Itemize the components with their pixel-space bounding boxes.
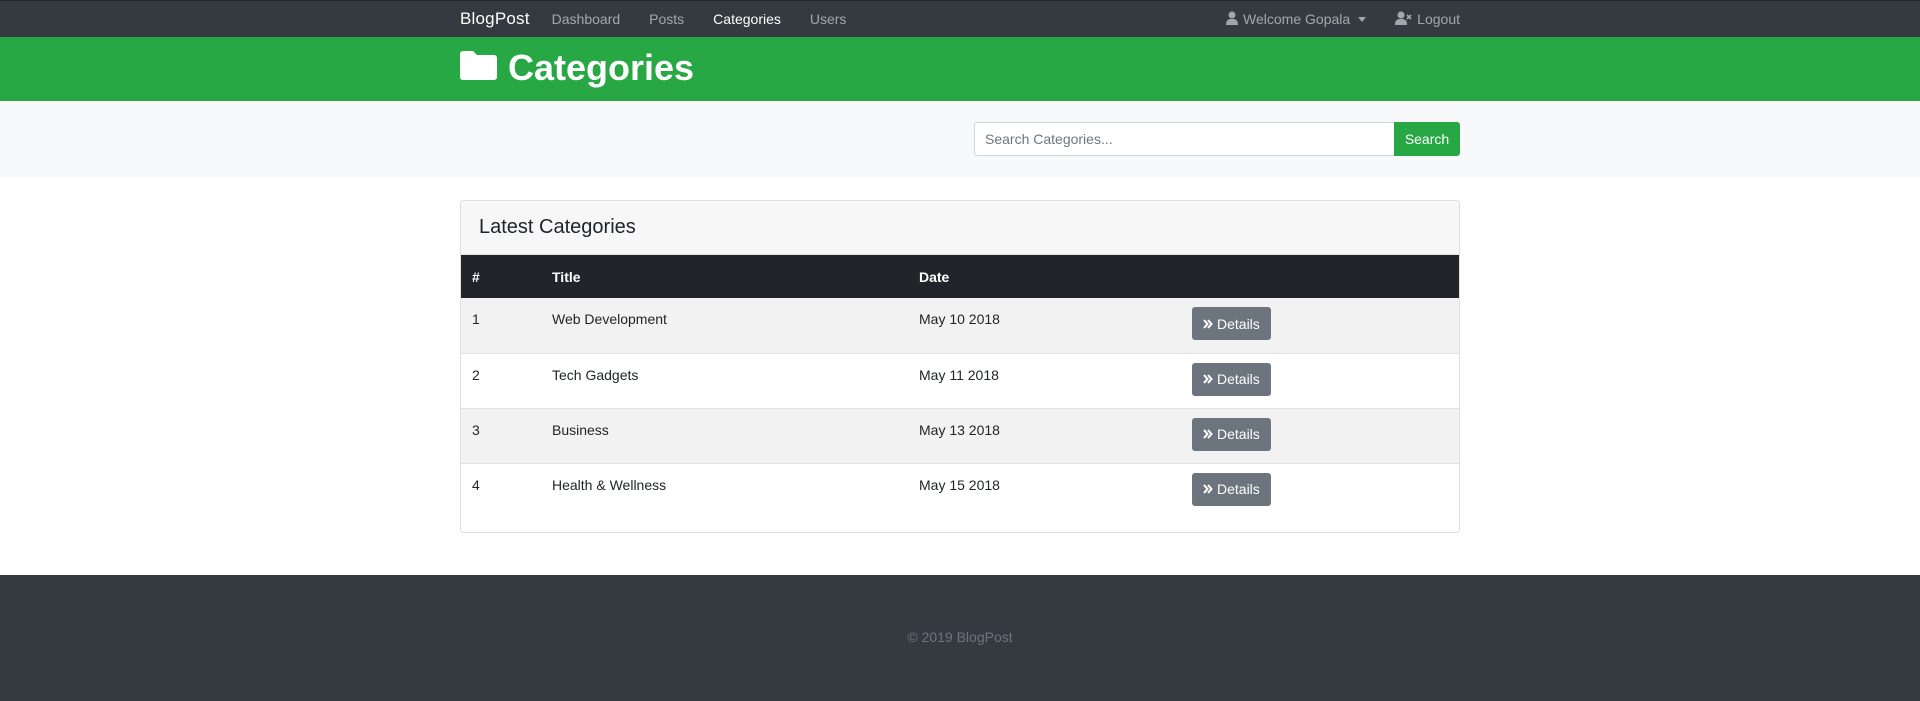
angle-double-right-icon — [1203, 318, 1213, 329]
nav-right-group: Welcome Gopala Logout — [1226, 11, 1460, 28]
column-header-num: # — [472, 268, 480, 285]
angle-double-right-icon — [1203, 484, 1213, 494]
row-date: May 13 2018 — [919, 421, 1000, 438]
card-title: Latest Categories — [479, 216, 636, 238]
brand-logo[interactable]: BlogPost — [460, 9, 530, 29]
logout-label: Logout — [1417, 11, 1460, 27]
user-icon — [1226, 11, 1243, 28]
details-button[interactable]: Details — [1192, 472, 1271, 506]
main-content: Latest Categories # Title Date 1 Web Dev… — [0, 177, 1920, 572]
column-header-date: Date — [919, 268, 950, 285]
row-action-cell: Details — [1181, 408, 1459, 463]
details-label: Details — [1217, 481, 1260, 497]
search-section: Search — [0, 101, 1920, 177]
angle-double-right-icon — [1203, 374, 1213, 384]
row-number: 2 — [472, 366, 480, 383]
page-title: Categories — [508, 47, 695, 88]
folder-icon — [460, 47, 508, 89]
page-header: Categories — [0, 37, 1920, 101]
table-header-row: # Title Date — [461, 255, 1459, 298]
nav-link-users[interactable]: Users — [810, 11, 847, 27]
column-header-title: Title — [552, 268, 581, 285]
row-date: May 10 2018 — [919, 311, 1000, 327]
welcome-label: Welcome Gopala — [1243, 11, 1351, 27]
row-title: Business — [552, 421, 609, 438]
search-group: Search — [974, 122, 1460, 156]
table-row: 3 Business May 13 2018 Details — [461, 408, 1459, 463]
details-button[interactable]: Details — [1192, 307, 1271, 340]
angle-double-right-icon — [1203, 429, 1213, 439]
user-times-icon — [1395, 11, 1417, 28]
row-date: May 11 2018 — [919, 366, 999, 383]
chevron-down-icon — [1358, 16, 1367, 22]
row-date: May 15 2018 — [919, 476, 1000, 493]
row-number: 1 — [472, 311, 480, 327]
search-input[interactable] — [974, 122, 1394, 156]
row-action-cell: Details — [1181, 298, 1459, 353]
nav-link-categories[interactable]: Categories — [713, 11, 781, 27]
nav-link-posts[interactable]: Posts — [649, 11, 684, 27]
user-menu-dropdown[interactable]: Welcome Gopala — [1226, 11, 1367, 28]
row-title: Web Development — [552, 311, 667, 327]
table-row: 4 Health & Wellness May 15 2018 Details — [461, 463, 1459, 518]
top-navbar: BlogPost Dashboard Posts Categories User… — [0, 0, 1920, 37]
logout-link[interactable]: Logout — [1395, 11, 1460, 28]
table-row: 2 Tech Gadgets May 11 2018 Details — [461, 353, 1459, 408]
row-action-cell: Details — [1181, 463, 1459, 518]
page-title-group: Categories — [460, 47, 694, 89]
copyright-text: © 2019 BlogPost — [907, 629, 1013, 645]
page-footer: © 2019 BlogPost — [0, 575, 1920, 701]
details-button[interactable]: Details — [1192, 417, 1271, 451]
nav-link-dashboard[interactable]: Dashboard — [552, 11, 621, 27]
details-label: Details — [1217, 315, 1260, 332]
categories-table: # Title Date 1 Web Development May 10 20… — [461, 255, 1459, 518]
categories-card: Latest Categories # Title Date 1 Web Dev… — [460, 200, 1460, 533]
row-title: Tech Gadgets — [552, 366, 639, 383]
card-header: Latest Categories — [461, 201, 1459, 255]
table-row: 1 Web Development May 10 2018 Details — [461, 298, 1459, 353]
table-body: 1 Web Development May 10 2018 Details 2 … — [461, 298, 1459, 518]
table-head: # Title Date — [461, 255, 1459, 298]
row-action-cell: Details — [1181, 353, 1459, 408]
row-number: 3 — [472, 421, 480, 438]
column-header-action — [1181, 255, 1459, 298]
row-number: 4 — [472, 476, 480, 493]
row-title: Health & Wellness — [552, 476, 667, 493]
details-button[interactable]: Details — [1192, 362, 1271, 396]
details-label: Details — [1217, 371, 1260, 387]
details-label: Details — [1217, 426, 1260, 442]
search-button[interactable]: Search — [1394, 122, 1460, 156]
